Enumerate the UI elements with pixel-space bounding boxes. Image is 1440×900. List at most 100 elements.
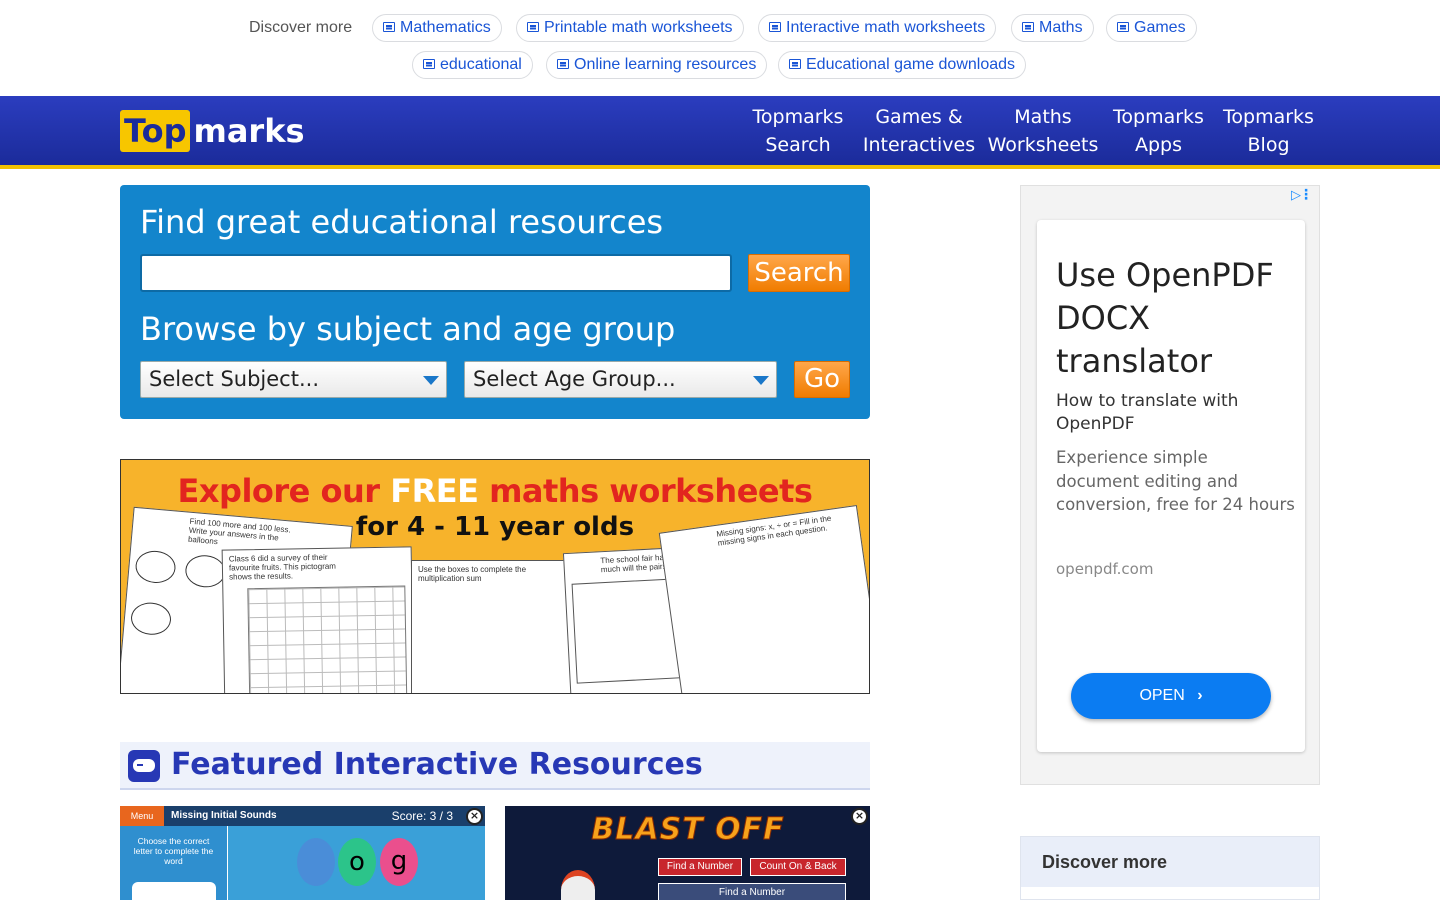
nav-line: Maths xyxy=(1014,106,1072,128)
ad-description: Experience simple document editing and c… xyxy=(1056,448,1295,514)
discover-more-label: Discover more xyxy=(249,19,353,36)
close-icon: × xyxy=(466,808,483,825)
nav-line: Games & xyxy=(875,106,963,128)
worksheet-preview: Class 6 did a survey of their favourite … xyxy=(221,546,415,693)
chip-educational[interactable]: educational xyxy=(412,51,533,79)
chip-maths[interactable]: Maths xyxy=(1011,14,1094,42)
more-options-icon[interactable]: ⋮ xyxy=(1299,187,1313,203)
find-a-number-button: Find a Number xyxy=(658,858,742,876)
count-on-back-button: Count On & Back xyxy=(750,858,846,876)
sidebar-discover-heading: Discover more xyxy=(1021,837,1319,887)
balloon xyxy=(134,549,177,585)
answer-box xyxy=(132,882,216,900)
nav-line: Topmarks xyxy=(1113,106,1204,128)
article-icon xyxy=(527,22,539,32)
close-icon: × xyxy=(851,808,868,825)
game-title: Missing Initial Sounds xyxy=(171,810,277,821)
nav-line: Apps xyxy=(1134,134,1183,156)
nav-line: Search xyxy=(765,134,831,156)
featured-title: Featured Interactive Resources xyxy=(171,747,703,782)
find-a-number-mode: Find a Number xyxy=(658,883,846,900)
chip-interactive-math-worksheets[interactable]: Interactive math worksheets xyxy=(758,14,997,42)
topmarks-logo[interactable]: Top marks xyxy=(120,110,305,152)
article-icon xyxy=(423,59,435,69)
gamepad-icon xyxy=(128,750,160,782)
chevron-down-icon xyxy=(423,376,439,385)
logo-top: Top xyxy=(120,110,191,152)
nav-topmarks-blog[interactable]: Topmarks Blog xyxy=(1222,103,1315,159)
balloon xyxy=(297,838,335,886)
chip-mathematics[interactable]: Mathematics xyxy=(372,14,502,42)
browse-title: Browse by subject and age group xyxy=(140,310,676,348)
article-icon xyxy=(383,22,395,32)
article-icon xyxy=(769,22,781,32)
logo-marks: marks xyxy=(193,112,305,150)
game-title: BLAST OFF xyxy=(591,812,785,848)
search-input[interactable] xyxy=(140,254,732,292)
chip-label: educational xyxy=(440,56,522,73)
worksheets-banner[interactable]: Explore our FREE maths worksheets for 4 … xyxy=(120,459,870,694)
nav-line: Interactives xyxy=(862,134,976,156)
article-icon xyxy=(1117,22,1129,32)
pictogram-grid xyxy=(247,585,408,693)
subject-select-value: Select Subject... xyxy=(149,367,319,391)
ad-open-button[interactable]: OPEN › xyxy=(1071,673,1271,719)
balloon-letter: o xyxy=(338,838,376,886)
go-button[interactable]: Go xyxy=(794,361,850,398)
nav-maths-worksheets[interactable]: Maths Worksheets xyxy=(987,103,1099,159)
worksheet-text: Use the boxes to complete the multiplica… xyxy=(418,565,527,583)
chip-label: Games xyxy=(1134,19,1186,36)
subject-select[interactable]: Select Subject... xyxy=(140,361,447,398)
game-toolbar: Menu Missing Initial Sounds Score: 3 / 3 xyxy=(120,806,485,826)
chip-games[interactable]: Games xyxy=(1106,14,1197,42)
banner-headline: Explore our FREE maths worksheets xyxy=(121,472,869,510)
chip-label: Interactive math worksheets xyxy=(786,19,986,36)
sidebar-discover-more: Discover more xyxy=(1020,836,1320,900)
ad-url: openpdf.com xyxy=(1056,560,1154,578)
age-select-value: Select Age Group... xyxy=(473,367,676,391)
featured-resource-blast-off[interactable]: BLAST OFF × Find a Number Count On & Bac… xyxy=(505,806,870,900)
age-group-select[interactable]: Select Age Group... xyxy=(464,361,777,398)
nav-games-interactives[interactable]: Games & Interactives xyxy=(862,103,976,159)
search-panel: Find great educational resources Search … xyxy=(120,185,870,419)
worksheet-text: Class 6 did a survey of their favourite … xyxy=(228,552,337,582)
search-title: Find great educational resources xyxy=(140,203,664,241)
nav-line: Blog xyxy=(1247,134,1290,156)
chip-label: Educational game downloads xyxy=(806,56,1016,73)
chip-label: Maths xyxy=(1039,19,1083,36)
search-button[interactable]: Search xyxy=(748,254,850,292)
banner-free: FREE xyxy=(390,472,479,510)
chip-printable-math-worksheets[interactable]: Printable math worksheets xyxy=(516,14,744,42)
game-score: Score: 3 / 3 xyxy=(391,809,453,823)
discover-more-bar: Discover more Mathematics Printable math… xyxy=(0,0,1440,96)
worksheet-preview: Use the boxes to complete the multiplica… xyxy=(411,560,576,693)
chip-label: Printable math worksheets xyxy=(544,19,733,36)
featured-heading: Featured Interactive Resources xyxy=(120,742,870,790)
nav-line: Topmarks xyxy=(752,106,844,128)
chip-label: Mathematics xyxy=(400,19,491,36)
article-icon xyxy=(1022,22,1034,32)
banner-text: maths worksheets xyxy=(478,472,813,510)
balloon xyxy=(129,601,173,637)
chip-online-learning-resources[interactable]: Online learning resources xyxy=(546,51,768,79)
article-icon xyxy=(557,59,569,69)
chevron-right-icon: › xyxy=(1197,687,1203,704)
advertisement: ▷ ⋮ Use OpenPDF DOCX translator How to t… xyxy=(1020,185,1320,785)
ad-open-label: OPEN xyxy=(1139,687,1185,704)
ad-subtitle: How to translate with OpenPDF xyxy=(1056,391,1239,434)
chip-educational-game-downloads[interactable]: Educational game downloads xyxy=(778,51,1027,79)
nav-line: Worksheets xyxy=(987,134,1099,156)
nav-topmarks-search[interactable]: Topmarks Search xyxy=(752,103,844,159)
balloon xyxy=(184,553,227,589)
site-header: Top marks Topmarks Search Games & Interacti… xyxy=(0,96,1440,169)
menu-button: Menu xyxy=(120,806,164,826)
rocket-icon xyxy=(561,870,595,900)
balloon-letter: g xyxy=(380,838,418,886)
chip-label: Online learning resources xyxy=(574,56,757,73)
chevron-down-icon xyxy=(753,376,769,385)
ad-card[interactable]: Use OpenPDF DOCX translator How to trans… xyxy=(1037,220,1305,752)
article-icon xyxy=(789,59,801,69)
nav-topmarks-apps[interactable]: Topmarks Apps xyxy=(1112,103,1205,159)
ad-title: Use OpenPDF DOCX translator xyxy=(1056,256,1274,380)
featured-resource-missing-initial-sounds[interactable]: Menu Missing Initial Sounds Score: 3 / 3… xyxy=(120,806,485,900)
